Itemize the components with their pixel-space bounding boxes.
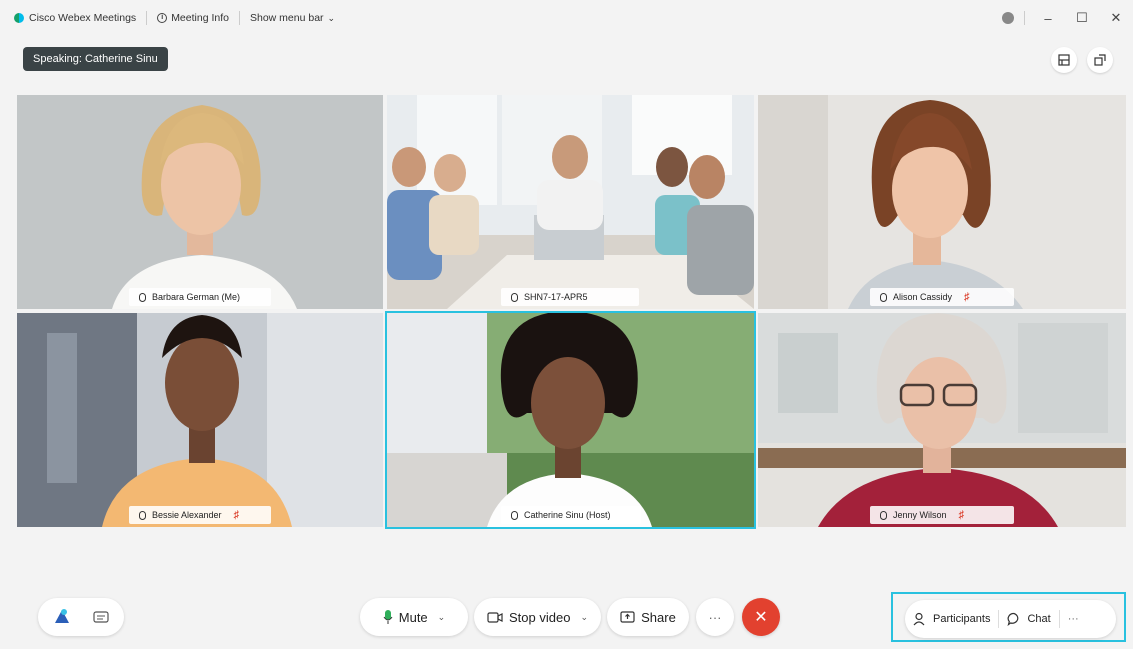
chat-button[interactable]: Chat bbox=[999, 612, 1058, 626]
chevron-down-icon[interactable]: ⌄ bbox=[580, 612, 588, 623]
window-controls: – ☐ ✕ bbox=[1002, 0, 1133, 36]
chevron-down-icon[interactable]: ⌄ bbox=[438, 612, 446, 623]
muted-icon: ♯ bbox=[958, 509, 965, 521]
video-tile-bessie[interactable]: Bessie Alexander ♯ bbox=[17, 313, 383, 527]
participant-video bbox=[758, 95, 1126, 309]
video-tile-alison[interactable]: Alison Cassidy ♯ bbox=[758, 95, 1126, 309]
participant-video bbox=[17, 313, 383, 527]
muted-icon: ♯ bbox=[964, 291, 970, 303]
microphone-icon bbox=[511, 510, 518, 520]
participants-button[interactable]: Participants bbox=[905, 612, 998, 626]
minimize-button[interactable]: – bbox=[1031, 0, 1065, 36]
share-icon bbox=[620, 611, 635, 623]
video-tile-room[interactable]: SHN7-17-APR5 bbox=[387, 95, 754, 309]
mute-button[interactable]: Mute ⌄ bbox=[360, 598, 468, 636]
participant-video bbox=[387, 95, 754, 309]
panel-controls: Participants Chat ··· bbox=[905, 600, 1116, 638]
mute-label: Mute bbox=[398, 609, 428, 625]
nameplate: Jenny Wilson ♯ bbox=[870, 506, 1014, 524]
speaking-indicator: Speaking: Catherine Sinu bbox=[23, 47, 168, 71]
participant-video bbox=[758, 313, 1126, 527]
video-grid: Barbara German (Me) SHN7-17-APR5 Alison … bbox=[17, 95, 1126, 529]
participant-name: Catherine Sinu (Host) bbox=[524, 510, 611, 520]
participant-video bbox=[387, 313, 754, 527]
nameplate: SHN7-17-APR5 bbox=[501, 288, 639, 306]
show-menu-bar-label: Show menu bar bbox=[249, 12, 324, 24]
panel-controls-highlight: Participants Chat ··· bbox=[891, 592, 1126, 642]
video-tile-barbara[interactable]: Barbara German (Me) bbox=[17, 95, 383, 309]
ai-assistant-icon[interactable] bbox=[53, 608, 71, 626]
webex-logo-icon bbox=[14, 13, 24, 23]
divider bbox=[238, 11, 240, 25]
title-bar: Cisco Webex Meetings i Meeting Info Show… bbox=[0, 0, 1133, 36]
nameplate: Barbara German (Me) bbox=[129, 288, 271, 306]
more-options-button[interactable]: ··· bbox=[696, 598, 734, 636]
participant-name: Bessie Alexander bbox=[152, 510, 222, 520]
participant-name: Jenny Wilson bbox=[893, 510, 947, 520]
microphone-icon bbox=[139, 292, 146, 302]
layout-controls bbox=[1051, 47, 1113, 73]
pop-out-button[interactable] bbox=[1087, 47, 1113, 73]
nameplate: Catherine Sinu (Host) bbox=[501, 506, 641, 524]
show-menu-bar-button[interactable]: Show menu bar ⌄ bbox=[250, 12, 335, 24]
nameplate: Bessie Alexander ♯ bbox=[129, 506, 271, 524]
info-icon: i bbox=[157, 13, 168, 23]
divider bbox=[1024, 11, 1025, 25]
panel-more-button[interactable]: ··· bbox=[1060, 613, 1087, 625]
participants-label: Participants bbox=[933, 613, 991, 625]
meeting-info-label: Meeting Info bbox=[171, 12, 229, 24]
chevron-down-icon: ⌄ bbox=[327, 12, 336, 23]
participant-video bbox=[17, 95, 383, 309]
muted-icon: ♯ bbox=[233, 509, 240, 521]
microphone-icon bbox=[511, 292, 518, 302]
close-button[interactable]: ✕ bbox=[1099, 0, 1133, 36]
share-label: Share bbox=[641, 609, 676, 625]
stop-video-button[interactable]: Stop video ⌄ bbox=[474, 598, 601, 636]
participants-icon bbox=[913, 612, 925, 626]
chat-label: Chat bbox=[1027, 613, 1051, 625]
assistant-group bbox=[38, 598, 124, 636]
video-tile-jenny[interactable]: Jenny Wilson ♯ bbox=[758, 313, 1126, 527]
app-name: Cisco Webex Meetings bbox=[29, 12, 137, 24]
video-camera-icon bbox=[487, 611, 503, 623]
microphone-icon bbox=[880, 292, 887, 302]
end-meeting-button[interactable]: ✕ bbox=[742, 598, 780, 636]
microphone-icon bbox=[383, 610, 393, 624]
participant-name: Barbara German (Me) bbox=[152, 292, 241, 302]
status-icon[interactable] bbox=[1002, 12, 1014, 24]
microphone-icon bbox=[880, 510, 887, 520]
layout-button[interactable] bbox=[1051, 47, 1077, 73]
stop-video-label: Stop video bbox=[509, 609, 571, 625]
grid-layout-icon bbox=[1058, 54, 1070, 66]
microphone-icon bbox=[139, 510, 146, 520]
video-tile-catherine[interactable]: Catherine Sinu (Host) bbox=[385, 311, 756, 529]
nameplate: Alison Cassidy ♯ bbox=[870, 288, 1014, 306]
app-title: Cisco Webex Meetings bbox=[14, 12, 136, 24]
meeting-controls: Mute ⌄ Stop video ⌄ Share ··· ✕ Particip… bbox=[0, 592, 1133, 642]
participant-name: SHN7-17-APR5 bbox=[524, 292, 588, 302]
pop-out-icon bbox=[1094, 54, 1106, 66]
participant-name: Alison Cassidy bbox=[893, 292, 953, 302]
chat-icon bbox=[1007, 612, 1019, 626]
share-button[interactable]: Share bbox=[607, 598, 689, 636]
divider bbox=[146, 11, 148, 25]
captions-icon[interactable] bbox=[93, 611, 109, 623]
meeting-info-button[interactable]: i Meeting Info bbox=[157, 12, 229, 24]
maximize-button[interactable]: ☐ bbox=[1065, 0, 1099, 36]
